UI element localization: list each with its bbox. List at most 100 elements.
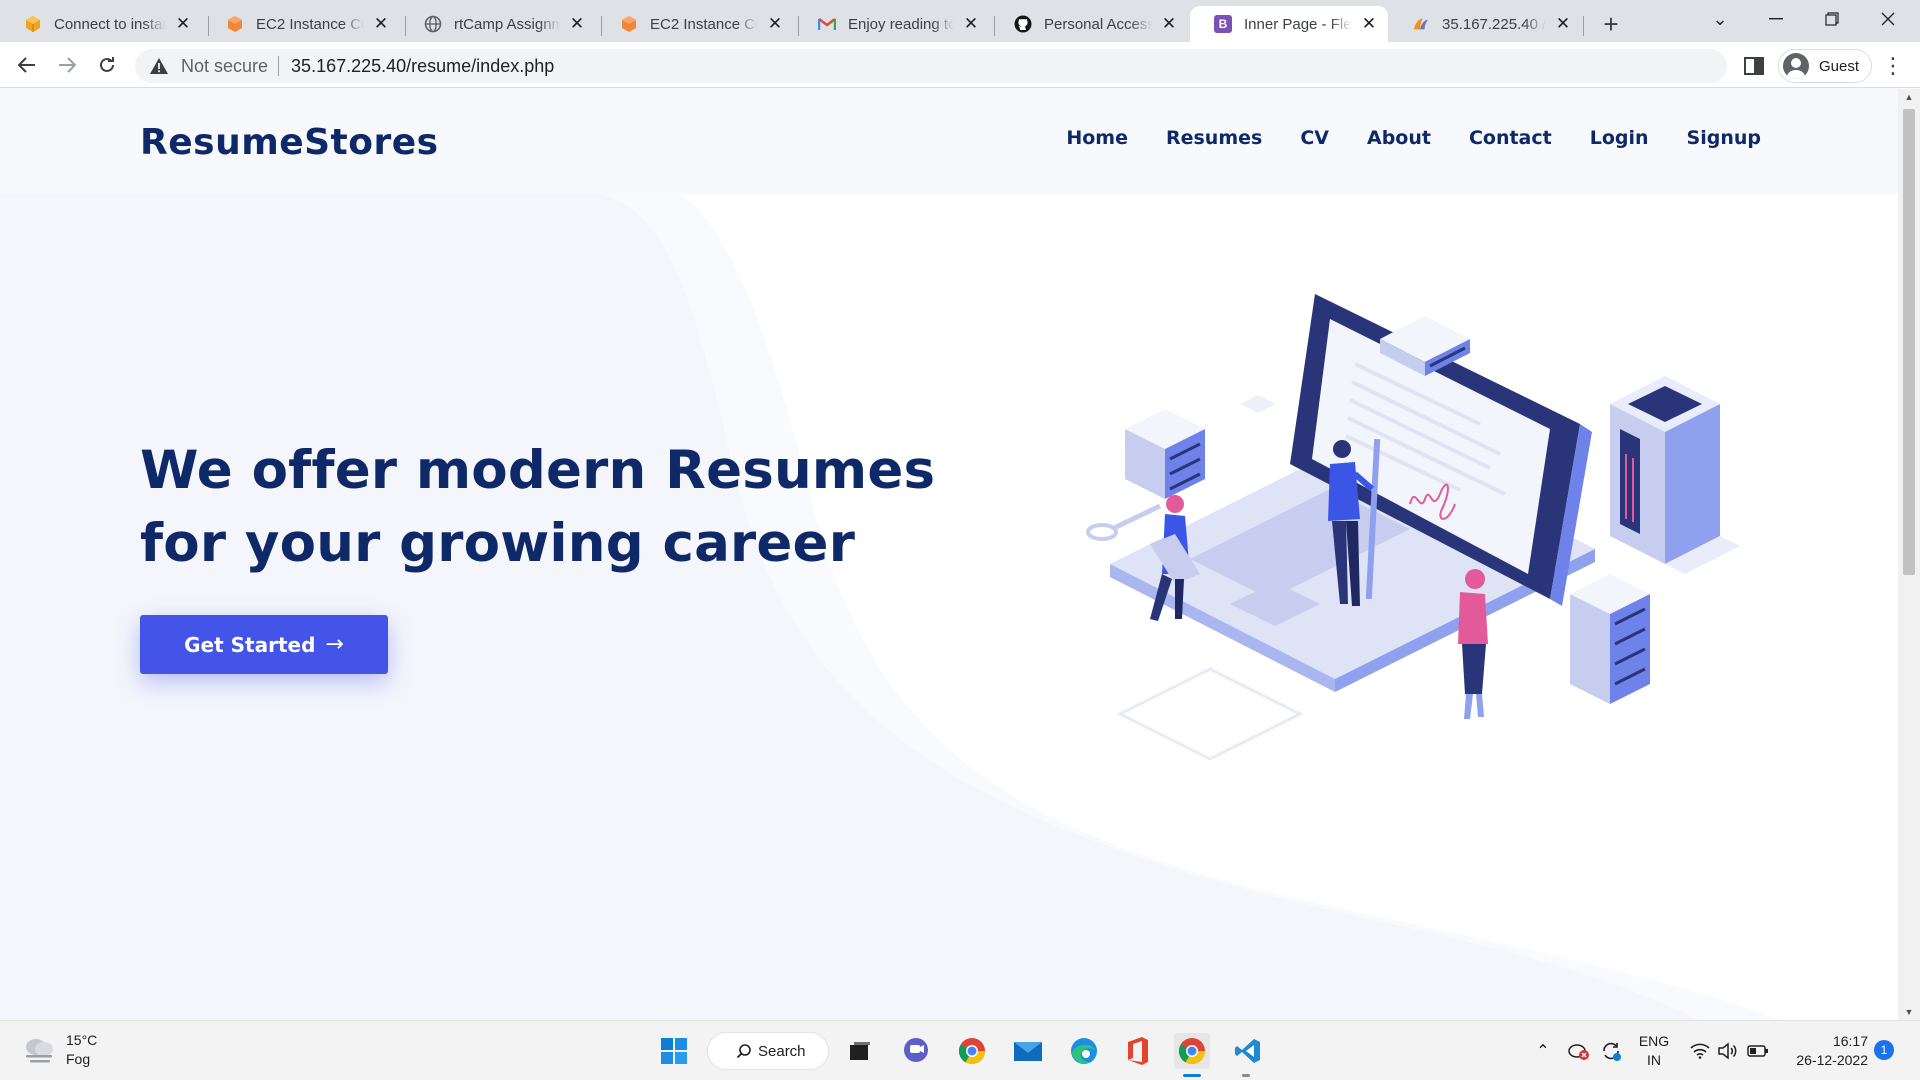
mail-icon[interactable] (1010, 1033, 1046, 1069)
reload-button[interactable] (92, 50, 122, 80)
hero-title-line-2: for your growing career (140, 513, 856, 574)
office-icon[interactable] (1120, 1033, 1156, 1069)
profile-button[interactable]: Guest (1778, 49, 1872, 83)
edge-icon[interactable] (1066, 1033, 1102, 1069)
language-indicator[interactable]: ENG IN (1636, 1032, 1672, 1070)
browser-menu-icon[interactable]: ⋮ (1882, 54, 1904, 78)
nav-resumes[interactable]: Resumes (1166, 127, 1262, 149)
clock[interactable]: 16:17 26-12-2022 (1782, 1032, 1868, 1070)
new-tab-button[interactable]: + (1597, 9, 1625, 39)
browser-toolbar: Not secure 35.167.225.40/resume/index.ph… (0, 42, 1920, 88)
language-line-1: ENG (1638, 1033, 1670, 1049)
forward-button[interactable] (52, 50, 82, 80)
browser-tab-6[interactable]: Personal Access Tokens ✕ (990, 6, 1188, 42)
aws-ec2-icon (226, 15, 244, 33)
close-icon[interactable]: ✕ (962, 14, 980, 33)
chrome-icon[interactable] (954, 1033, 990, 1069)
site-logo[interactable]: ResumeStores (140, 122, 439, 163)
arrow-right-icon: → (325, 632, 344, 657)
nav-login[interactable]: Login (1590, 127, 1649, 149)
scroll-down-icon[interactable]: ▼ (1898, 1004, 1920, 1020)
phpmyadmin-icon (1412, 15, 1430, 33)
close-icon[interactable]: ✕ (372, 14, 390, 33)
nav-about[interactable]: About (1367, 127, 1431, 149)
get-started-label: Get Started (184, 632, 316, 657)
server-tower-icon (1610, 376, 1740, 574)
notification-badge[interactable]: 1 (1874, 1040, 1894, 1060)
browser-tab-4[interactable]: EC2 Instance Connect ✕ (596, 6, 794, 42)
wifi-icon[interactable] (1688, 1033, 1712, 1069)
close-icon[interactable]: ✕ (1554, 14, 1572, 33)
aws-ec2-icon (620, 15, 638, 33)
onedrive-error-icon[interactable] (1566, 1033, 1592, 1069)
tab-title: 35.167.225.40 / localhost (1442, 15, 1546, 33)
tab-search-chevron-icon[interactable]: ⌄ (1692, 0, 1748, 38)
get-started-button[interactable]: Get Started → (140, 615, 388, 674)
windows-taskbar: 15°C Fog Search ⌃ ENG IN 16:17 26-12-202… (0, 1020, 1920, 1080)
browser-tab-3[interactable]: rtCamp Assignment ✕ (400, 6, 596, 42)
nav-home[interactable]: Home (1066, 127, 1128, 149)
reload-icon (100, 57, 114, 72)
close-icon[interactable]: ✕ (766, 14, 784, 33)
scroll-up-icon[interactable]: ▲ (1898, 89, 1920, 105)
nav-signup[interactable]: Signup (1687, 127, 1761, 149)
close-window-button[interactable] (1860, 0, 1916, 38)
clock-date: 26-12-2022 (1796, 1052, 1868, 1068)
close-icon[interactable]: ✕ (1360, 14, 1378, 33)
address-bar[interactable]: Not secure 35.167.225.40/resume/index.ph… (135, 49, 1727, 83)
security-label[interactable]: Not secure (181, 56, 268, 77)
tab-title: Connect to instance (54, 15, 166, 33)
sync-icon[interactable] (1598, 1033, 1624, 1069)
guest-avatar-icon (1783, 53, 1809, 79)
close-icon[interactable]: ✕ (174, 14, 192, 33)
fog-cloud-icon (26, 1039, 53, 1063)
browser-tab-8[interactable]: 35.167.225.40 / localhost ✕ (1388, 6, 1582, 42)
close-icon[interactable]: ✕ (568, 14, 586, 33)
browser-tab-2[interactable]: EC2 Instance Connect ✕ (202, 6, 400, 42)
profile-label: Guest (1819, 57, 1860, 75)
weather-widget[interactable]: 15°C Fog (22, 1031, 97, 1069)
hero-title: We offer modern Resumes for your growing… (140, 434, 960, 580)
clock-time: 16:17 (1832, 1033, 1868, 1049)
minimize-button[interactable] (1748, 0, 1804, 38)
restore-button[interactable] (1804, 0, 1860, 38)
gmail-icon (818, 15, 836, 33)
nav-cv[interactable]: CV (1300, 127, 1329, 149)
weather-condition: Fog (66, 1051, 91, 1067)
url-text[interactable]: 35.167.225.40/resume/index.php (291, 56, 554, 77)
side-panel-icon[interactable] (1742, 54, 1766, 78)
forward-arrow-icon (59, 57, 76, 73)
tab-title: EC2 Instance Connect (256, 15, 364, 33)
close-icon[interactable]: ✕ (1160, 14, 1178, 33)
floating-diamond (1240, 395, 1276, 413)
tab-title: Personal Access Tokens (1044, 15, 1152, 33)
browser-tab-strip: Connect to instance ✕ EC2 Instance Conne… (0, 0, 1920, 42)
windows-start-icon[interactable] (656, 1033, 692, 1069)
battery-icon[interactable] (1746, 1033, 1770, 1069)
teams-chat-icon[interactable] (898, 1033, 934, 1069)
hero-title-line-1: We offer modern Resumes (140, 440, 936, 501)
show-hidden-icons-chevron-icon[interactable]: ⌃ (1532, 1033, 1554, 1069)
page-scrollbar[interactable]: ▲ ▼ (1898, 89, 1920, 1020)
browser-tab-7-active[interactable]: B Inner Page - FlexStart ✕ (1190, 6, 1388, 42)
hero-illustration (1086, 294, 1740, 761)
vscode-icon[interactable] (1230, 1033, 1266, 1069)
server-stack-left-icon (1125, 409, 1205, 499)
task-view-icon[interactable] (842, 1033, 878, 1069)
browser-tab-5[interactable]: Enjoy reading today ✕ (794, 6, 990, 42)
volume-icon[interactable] (1716, 1033, 1740, 1069)
tab-title: Inner Page - FlexStart (1244, 15, 1352, 33)
nav-contact[interactable]: Contact (1469, 127, 1552, 149)
browser-tab-1[interactable]: Connect to instance ✕ (0, 6, 202, 42)
back-arrow-icon (18, 57, 35, 73)
scrollbar-thumb[interactable] (1903, 109, 1915, 575)
bootstrap-icon: B (1214, 15, 1232, 33)
aws-box-icon (24, 15, 42, 33)
running-indicator (1183, 1074, 1201, 1077)
chrome-active-icon[interactable] (1174, 1033, 1210, 1069)
site-header: ResumeStores Home Resumes CV About Conta… (0, 89, 1898, 194)
taskbar-search[interactable]: Search (707, 1032, 829, 1070)
back-button[interactable] (12, 50, 42, 80)
tab-separator (1583, 16, 1584, 36)
tab-title: EC2 Instance Connect (650, 15, 758, 33)
